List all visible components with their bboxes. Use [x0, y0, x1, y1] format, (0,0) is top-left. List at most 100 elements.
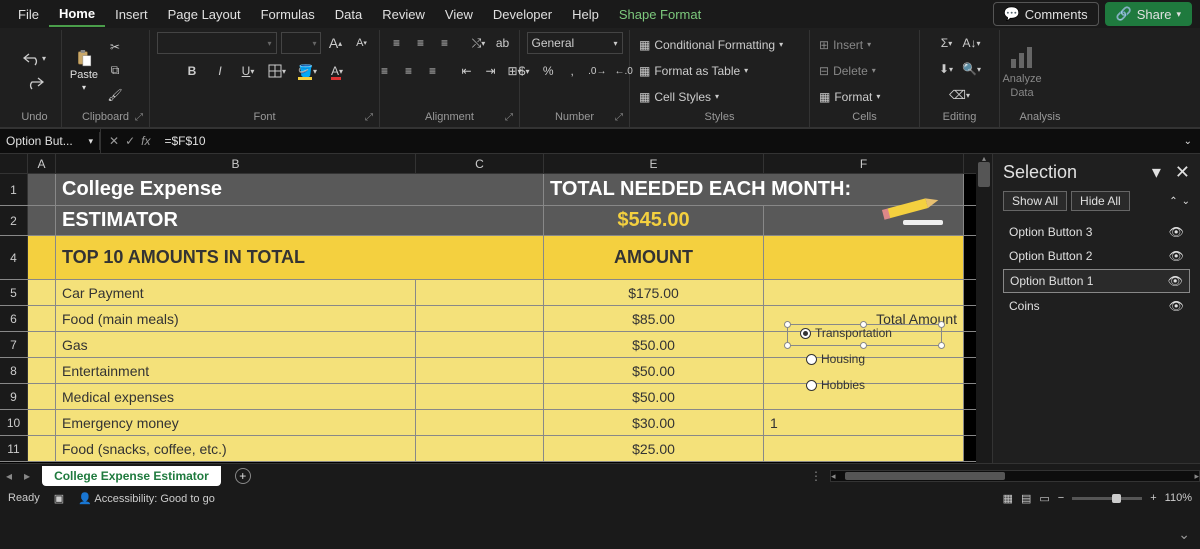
zoom-out-button[interactable]: − — [1058, 492, 1064, 504]
share-button[interactable]: 🔗Share▾ — [1105, 2, 1192, 26]
cell[interactable] — [416, 358, 544, 383]
col-header-e[interactable]: E — [544, 154, 764, 173]
wrap-text-button[interactable]: ab — [492, 32, 514, 54]
align-center-button[interactable]: ≡ — [398, 60, 420, 82]
launcher-icon[interactable]: ⤢ — [135, 112, 143, 123]
cell-item-name[interactable]: Emergency money — [56, 410, 416, 435]
option-button-transportation[interactable]: Transportation — [800, 326, 892, 340]
row-header[interactable]: 5 — [0, 280, 28, 305]
cell-item-amount[interactable]: $175.00 — [544, 280, 764, 305]
formula-input[interactable]: =$F$10 — [158, 132, 1175, 150]
selection-pane-item[interactable]: Option Button 2👁 — [1003, 245, 1190, 267]
format-painter-button[interactable]: 🖌 — [104, 84, 126, 106]
cell[interactable] — [764, 236, 964, 279]
spreadsheet-grid[interactable]: A B C E F 1College ExpenseTOTAL NEEDED E… — [0, 154, 976, 463]
analyze-data-button[interactable]: AnalyzeData — [1006, 32, 1038, 109]
cell-item-name[interactable]: Food (snacks, coffee, etc.) — [56, 436, 416, 461]
col-header-b[interactable]: B — [56, 154, 416, 173]
delete-cells-button[interactable]: ⊟Delete▾ — [816, 60, 879, 82]
align-top-button[interactable]: ≡ — [386, 32, 408, 54]
cell[interactable] — [28, 174, 56, 205]
font-size-select[interactable]: ▾ — [281, 32, 321, 54]
underline-button[interactable]: U▾ — [237, 60, 259, 82]
name-box[interactable]: Option But...▾ — [0, 132, 100, 150]
tab-home[interactable]: Home — [49, 2, 105, 27]
cell[interactable] — [416, 436, 544, 461]
decrease-indent-button[interactable]: ⇤ — [456, 60, 478, 82]
align-middle-button[interactable]: ≡ — [410, 32, 432, 54]
font-family-select[interactable]: ▾ — [157, 32, 277, 54]
tab-insert[interactable]: Insert — [105, 3, 158, 26]
cell-item-amount[interactable]: $30.00 — [544, 410, 764, 435]
number-format-select[interactable]: General▾ — [527, 32, 623, 54]
decrease-font-button[interactable]: A▾ — [351, 32, 373, 54]
find-select-button[interactable]: 🔍▾ — [959, 58, 984, 80]
option-button-hobbies[interactable]: Hobbies — [806, 378, 865, 392]
col-header-a[interactable]: A — [28, 154, 56, 173]
cell[interactable] — [416, 280, 544, 305]
cell-item-name[interactable]: Gas — [56, 332, 416, 357]
borders-button[interactable]: ▾ — [265, 60, 289, 82]
comments-button[interactable]: 💬Comments — [993, 2, 1099, 26]
cell-title-1[interactable]: College Expense — [56, 174, 544, 205]
row-header[interactable]: 4 — [0, 236, 28, 279]
cut-button[interactable]: ✂ — [104, 36, 126, 58]
cell-item-name[interactable]: Entertainment — [56, 358, 416, 383]
increase-indent-button[interactable]: ⇥ — [480, 60, 502, 82]
cell-title-2[interactable]: ESTIMATOR — [56, 206, 544, 235]
eye-icon[interactable]: 👁 — [1169, 299, 1184, 313]
sheet-nav-next[interactable]: ▸ — [18, 469, 36, 483]
cell-styles-button[interactable]: ▦Cell Styles▾ — [636, 86, 722, 108]
fill-button[interactable]: ⬇▾ — [935, 58, 957, 80]
align-bottom-button[interactable]: ≡ — [434, 32, 456, 54]
accessibility-status[interactable]: 👤 Accessibility: Good to go — [78, 492, 215, 505]
row-header[interactable]: 1 — [0, 174, 28, 205]
expand-formula-bar-button[interactable]: ⌄ — [1176, 136, 1200, 147]
cancel-formula-button[interactable]: ✕ — [109, 134, 119, 148]
cell[interactable] — [416, 410, 544, 435]
new-sheet-button[interactable]: + — [235, 468, 251, 484]
cell[interactable] — [28, 332, 56, 357]
font-color-button[interactable]: A▾ — [326, 60, 348, 82]
cell[interactable] — [416, 384, 544, 409]
cell-f[interactable] — [764, 280, 964, 305]
tab-page-layout[interactable]: Page Layout — [158, 3, 251, 26]
cell[interactable] — [28, 358, 56, 383]
comma-format-button[interactable]: , — [561, 60, 583, 82]
horizontal-scrollbar[interactable]: ◂▸ — [830, 470, 1200, 482]
zoom-slider[interactable] — [1072, 497, 1142, 500]
vertical-scrollbar[interactable]: ▴ — [976, 154, 992, 463]
align-right-button[interactable]: ≡ — [422, 60, 444, 82]
autosum-button[interactable]: Σ▾ — [935, 32, 957, 54]
eye-icon[interactable]: 👁 — [1168, 274, 1183, 288]
col-header-c[interactable]: C — [416, 154, 544, 173]
cell[interactable] — [28, 410, 56, 435]
bold-button[interactable]: B — [181, 60, 203, 82]
tab-developer[interactable]: Developer — [483, 3, 562, 26]
bring-forward-button[interactable]: ⌃ — [1169, 196, 1177, 207]
cell[interactable] — [416, 332, 544, 357]
cell[interactable] — [28, 306, 56, 331]
cell[interactable] — [28, 236, 56, 279]
accounting-format-button[interactable]: $▾ — [513, 60, 535, 82]
cell-item-name[interactable]: Food (main meals) — [56, 306, 416, 331]
row-header[interactable]: 11 — [0, 436, 28, 461]
redo-button[interactable] — [23, 72, 47, 94]
tab-view[interactable]: View — [435, 3, 483, 26]
insert-cells-button[interactable]: ⊞Insert▾ — [816, 34, 874, 56]
tab-split-handle[interactable]: ⋮ — [802, 469, 830, 483]
cell-item-amount[interactable]: $85.00 — [544, 306, 764, 331]
copy-button[interactable]: ⧉ — [104, 60, 126, 82]
option-button-housing[interactable]: Housing — [806, 352, 865, 366]
cell-item-amount[interactable]: $50.00 — [544, 332, 764, 357]
undo-button[interactable]: ▾ — [20, 48, 49, 70]
tab-shape-format[interactable]: Shape Format — [609, 3, 711, 26]
tab-formulas[interactable]: Formulas — [251, 3, 325, 26]
eye-icon[interactable]: 👁 — [1169, 225, 1184, 239]
row-header[interactable]: 2 — [0, 206, 28, 235]
italic-button[interactable]: I — [209, 60, 231, 82]
tab-file[interactable]: File — [8, 3, 49, 26]
format-cells-button[interactable]: ▦Format▾ — [816, 86, 883, 108]
collapse-ribbon-button[interactable]: ⌄ — [1178, 526, 1190, 543]
cell[interactable] — [28, 206, 56, 235]
